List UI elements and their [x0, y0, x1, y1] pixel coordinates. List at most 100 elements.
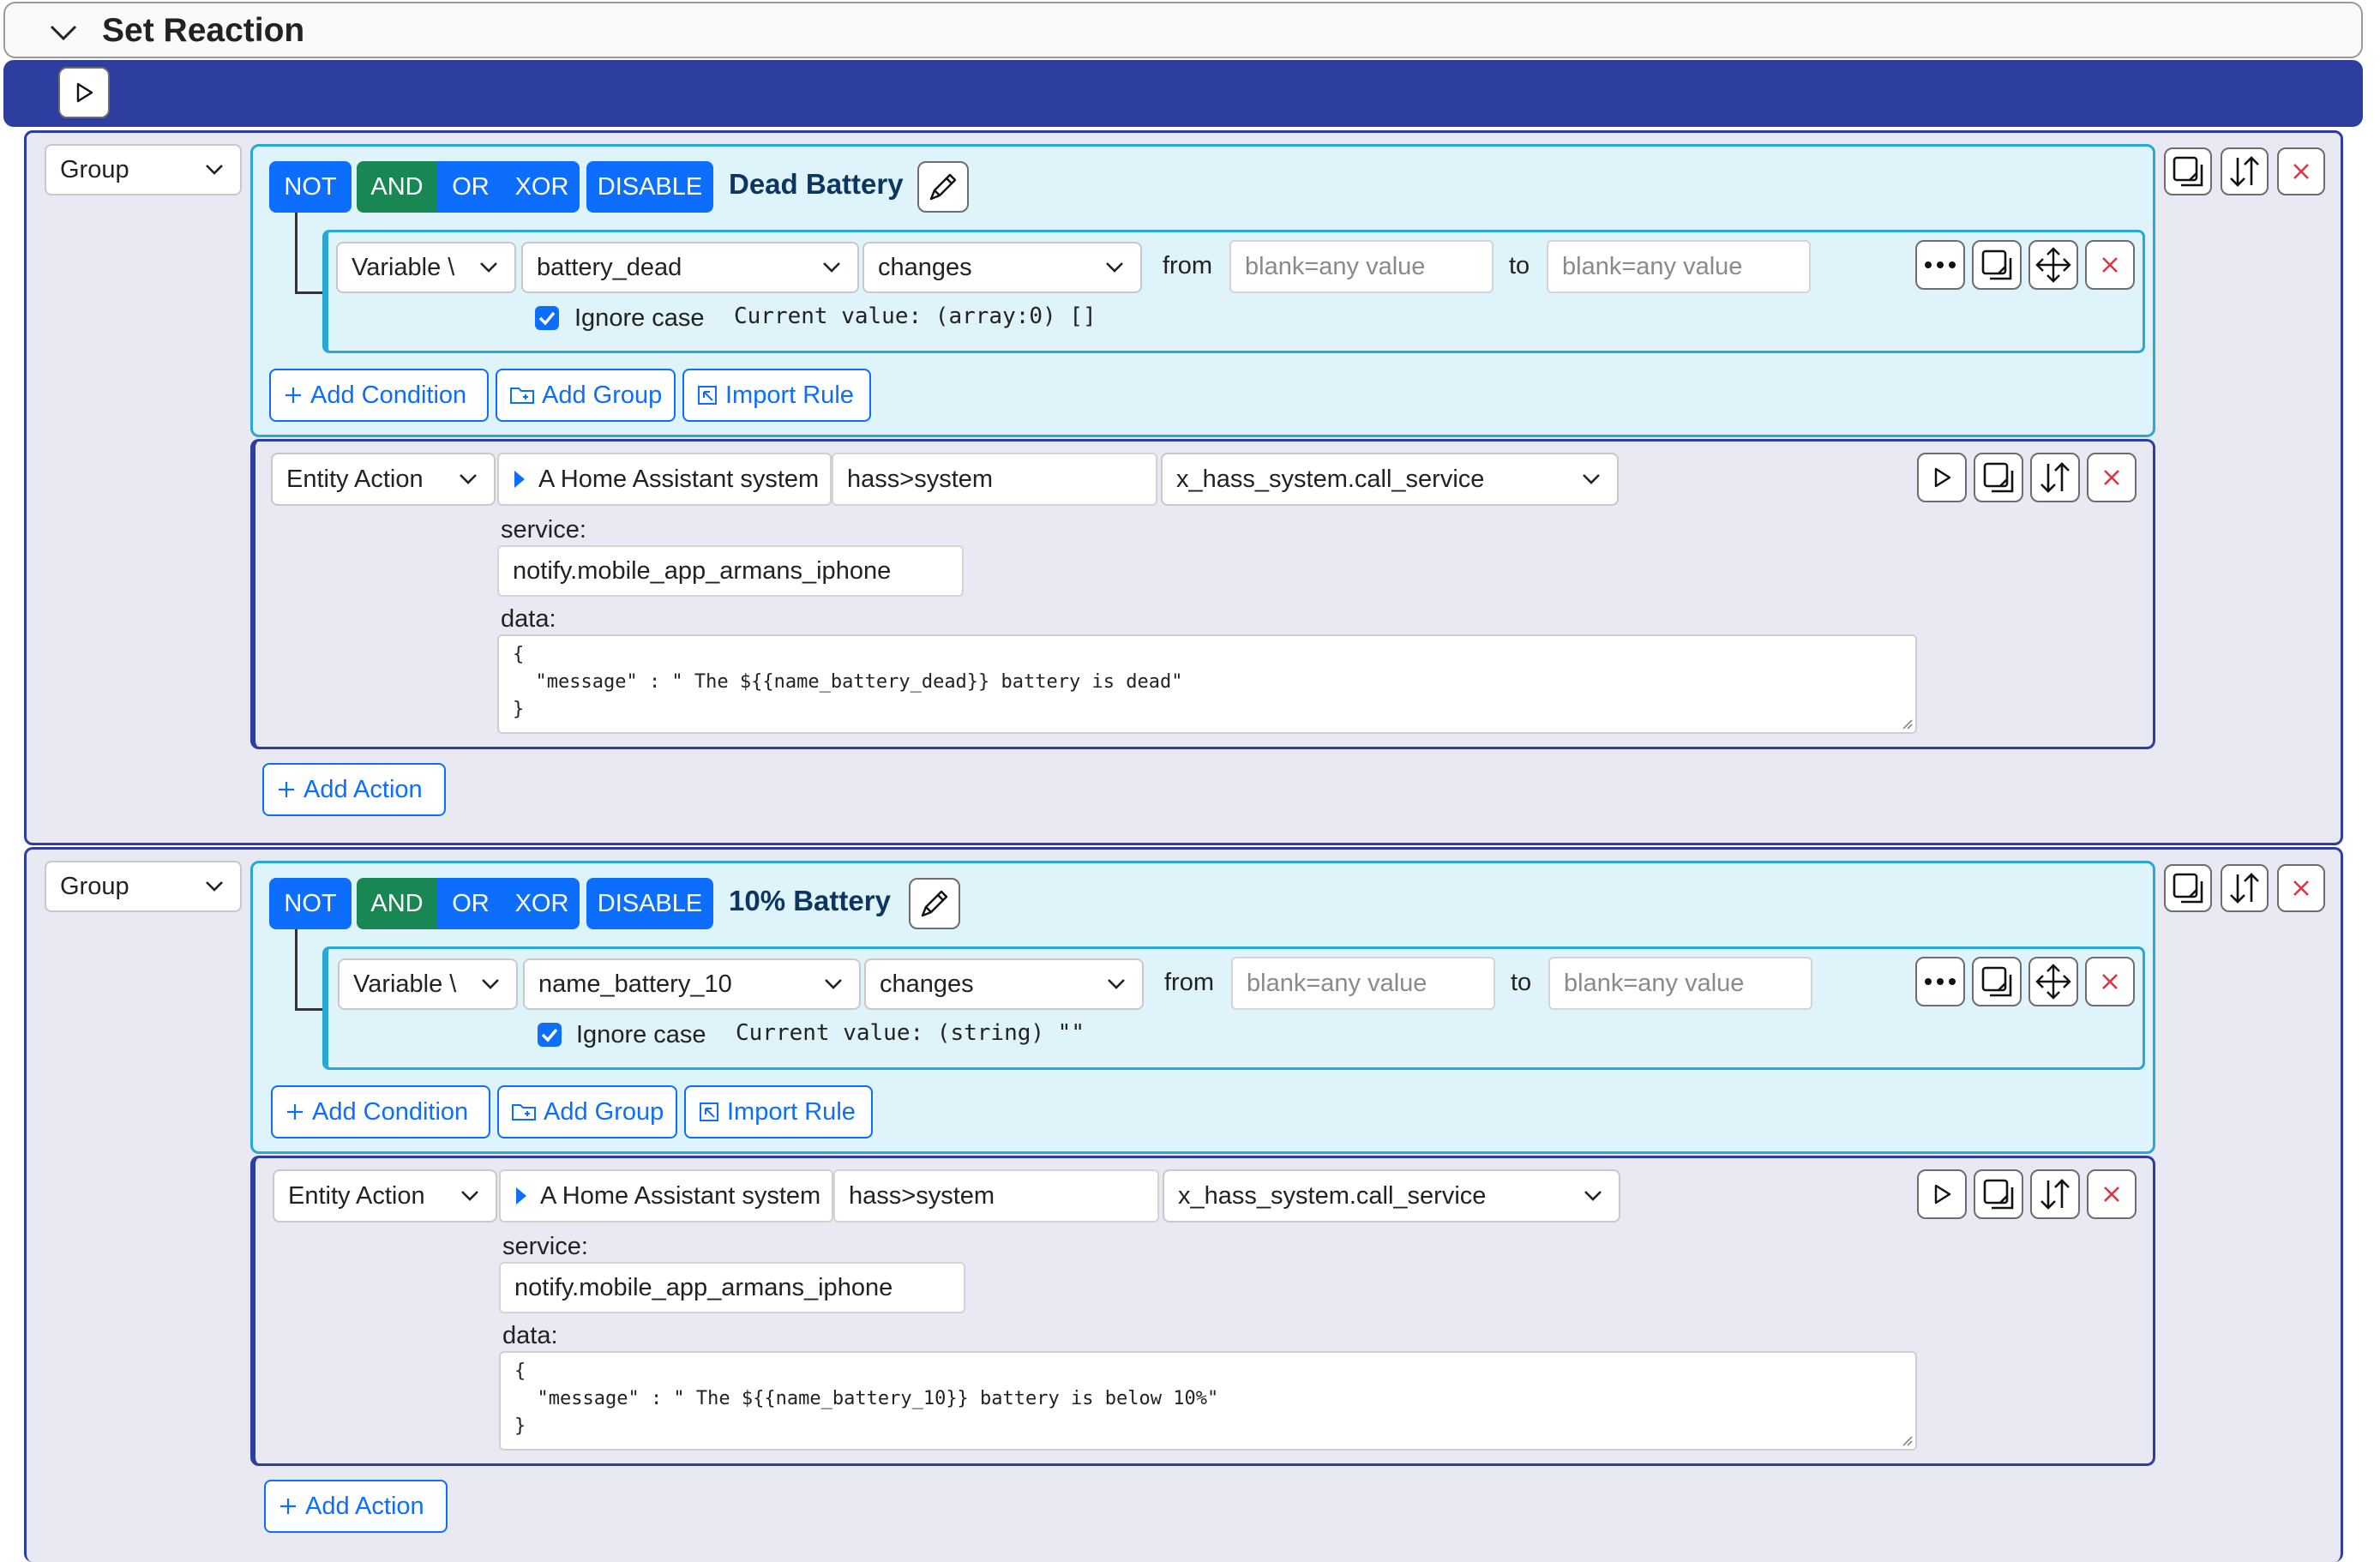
disable-button[interactable]: DISABLE [586, 878, 713, 929]
action-type-select[interactable]: Entity Action [271, 453, 496, 506]
delete-action-button[interactable] [2087, 1169, 2137, 1219]
add-group-button[interactable]: Add Group [497, 1085, 677, 1138]
ignore-case-checkbox[interactable] [535, 306, 559, 330]
not-button[interactable]: NOT [269, 161, 352, 213]
add-group-button[interactable]: Add Group [496, 369, 676, 422]
chevron-down-icon [1581, 471, 1602, 488]
logic-buttons: NOT AND OR XOR DISABLE [269, 878, 713, 929]
reorder-action-button[interactable] [2030, 453, 2080, 502]
entity-picker[interactable]: A Home Assistant system [497, 453, 832, 506]
copy-condition-button[interactable] [1972, 240, 2022, 290]
variable-select[interactable]: battery_dead [521, 242, 859, 293]
edit-name-button[interactable] [917, 161, 969, 213]
button-label: Add Group [542, 381, 663, 409]
operator-select[interactable]: changes [864, 958, 1144, 1010]
placeholder-text: blank=any value [1564, 969, 1745, 997]
method-select[interactable]: x_hass_system.call_service [1161, 453, 1619, 506]
delete-group-button[interactable] [2277, 147, 2325, 195]
current-value-text: Current value: (string) "" [736, 1020, 1085, 1046]
not-button[interactable]: NOT [269, 878, 352, 929]
entity-input[interactable]: hass>system [832, 453, 1157, 506]
plus-icon [276, 779, 297, 800]
reorder-group-button[interactable] [2221, 147, 2269, 195]
reorder-group-button[interactable] [2221, 864, 2269, 912]
caret-right-icon [513, 469, 526, 490]
service-input[interactable]: notify.mobile_app_armans_iphone [497, 545, 964, 597]
from-label: from [1163, 252, 1212, 279]
group-type-select[interactable]: Group [45, 861, 242, 912]
run-action-button[interactable] [1917, 453, 1967, 502]
select-value: Group [60, 872, 129, 900]
button-label: Import Rule [727, 1097, 856, 1126]
section-header[interactable]: Set Reaction [3, 2, 2363, 58]
to-value-input[interactable]: blank=any value [1548, 957, 1812, 1010]
select-value: Entity Action [288, 1181, 425, 1210]
edit-name-button[interactable] [909, 878, 960, 929]
action-type-select[interactable]: Entity Action [273, 1169, 497, 1223]
run-all-button[interactable] [58, 67, 110, 118]
entity-label: A Home Assistant system [538, 465, 820, 493]
resize-handle-icon[interactable] [1900, 717, 1914, 730]
to-value-input[interactable]: blank=any value [1547, 240, 1811, 293]
entity-picker[interactable]: A Home Assistant system [499, 1169, 833, 1223]
delete-group-button[interactable] [2277, 864, 2325, 912]
add-condition-button[interactable]: Add Condition [269, 369, 489, 422]
or-button[interactable]: OR [437, 878, 504, 929]
add-action-button[interactable]: Add Action [262, 763, 446, 816]
and-button[interactable]: AND [357, 161, 437, 213]
placeholder-text: blank=any value [1562, 252, 1743, 280]
condition-source-select[interactable]: Variable \ [338, 958, 518, 1010]
copy-icon [1980, 248, 2014, 282]
import-rule-button[interactable]: Import Rule [682, 369, 871, 422]
data-textarea[interactable]: { "message" : " The ${{name_battery_dead… [497, 634, 1917, 734]
service-input[interactable]: notify.mobile_app_armans_iphone [499, 1262, 965, 1313]
chevron-down-icon [480, 976, 501, 993]
more-options-button[interactable] [1915, 957, 1965, 1006]
from-label: from [1164, 969, 1214, 996]
copy-action-button[interactable] [1974, 453, 2023, 502]
from-value-input[interactable]: blank=any value [1231, 957, 1495, 1010]
group-name: Dead Battery [729, 168, 904, 200]
entity-input[interactable]: hass>system [833, 1169, 1159, 1223]
and-button[interactable]: AND [357, 878, 437, 929]
operator-select[interactable]: changes [862, 242, 1142, 293]
data-textarea[interactable]: { "message" : " The ${{name_battery_10}}… [499, 1351, 1917, 1451]
add-condition-button[interactable]: Add Condition [271, 1085, 490, 1138]
add-action-button[interactable]: Add Action [264, 1480, 448, 1533]
method-select[interactable]: x_hass_system.call_service [1163, 1169, 1620, 1223]
delete-condition-button[interactable] [2085, 957, 2135, 1006]
group-type-select[interactable]: Group [45, 144, 242, 195]
copy-action-button[interactable] [1974, 1169, 2023, 1219]
move-condition-button[interactable] [2028, 957, 2078, 1006]
chevron-down-icon [1583, 1187, 1603, 1205]
disable-button[interactable]: DISABLE [586, 161, 713, 213]
ignore-case-checkbox[interactable] [538, 1023, 562, 1047]
copy-group-button[interactable] [2164, 147, 2212, 195]
reorder-action-button[interactable] [2030, 1169, 2080, 1219]
run-action-button[interactable] [1917, 1169, 1967, 1219]
variable-select[interactable]: name_battery_10 [523, 958, 861, 1010]
move-condition-button[interactable] [2028, 240, 2078, 290]
chevron-down-icon [1106, 976, 1127, 993]
chevron-down-icon[interactable] [46, 15, 81, 50]
import-rule-button[interactable]: Import Rule [684, 1085, 873, 1138]
chevron-down-icon [204, 161, 225, 178]
sort-arrows-icon [2038, 460, 2072, 495]
xor-button[interactable]: XOR [504, 878, 580, 929]
from-value-input[interactable]: blank=any value [1229, 240, 1494, 293]
placeholder-text: blank=any value [1245, 252, 1426, 280]
delete-condition-button[interactable] [2085, 240, 2135, 290]
input-value: hass>system [849, 1181, 995, 1210]
chevron-down-icon [458, 471, 478, 488]
resize-handle-icon[interactable] [1900, 1433, 1914, 1447]
run-bar [3, 60, 2363, 127]
delete-action-button[interactable] [2087, 453, 2137, 502]
copy-group-button[interactable] [2164, 864, 2212, 912]
move-icon [2034, 963, 2072, 1000]
copy-condition-button[interactable] [1972, 957, 2022, 1006]
condition-source-select[interactable]: Variable \ [336, 242, 516, 293]
more-options-button[interactable] [1915, 240, 1965, 290]
or-button[interactable]: OR [437, 161, 504, 213]
chevron-down-icon [204, 878, 225, 895]
xor-button[interactable]: XOR [504, 161, 580, 213]
